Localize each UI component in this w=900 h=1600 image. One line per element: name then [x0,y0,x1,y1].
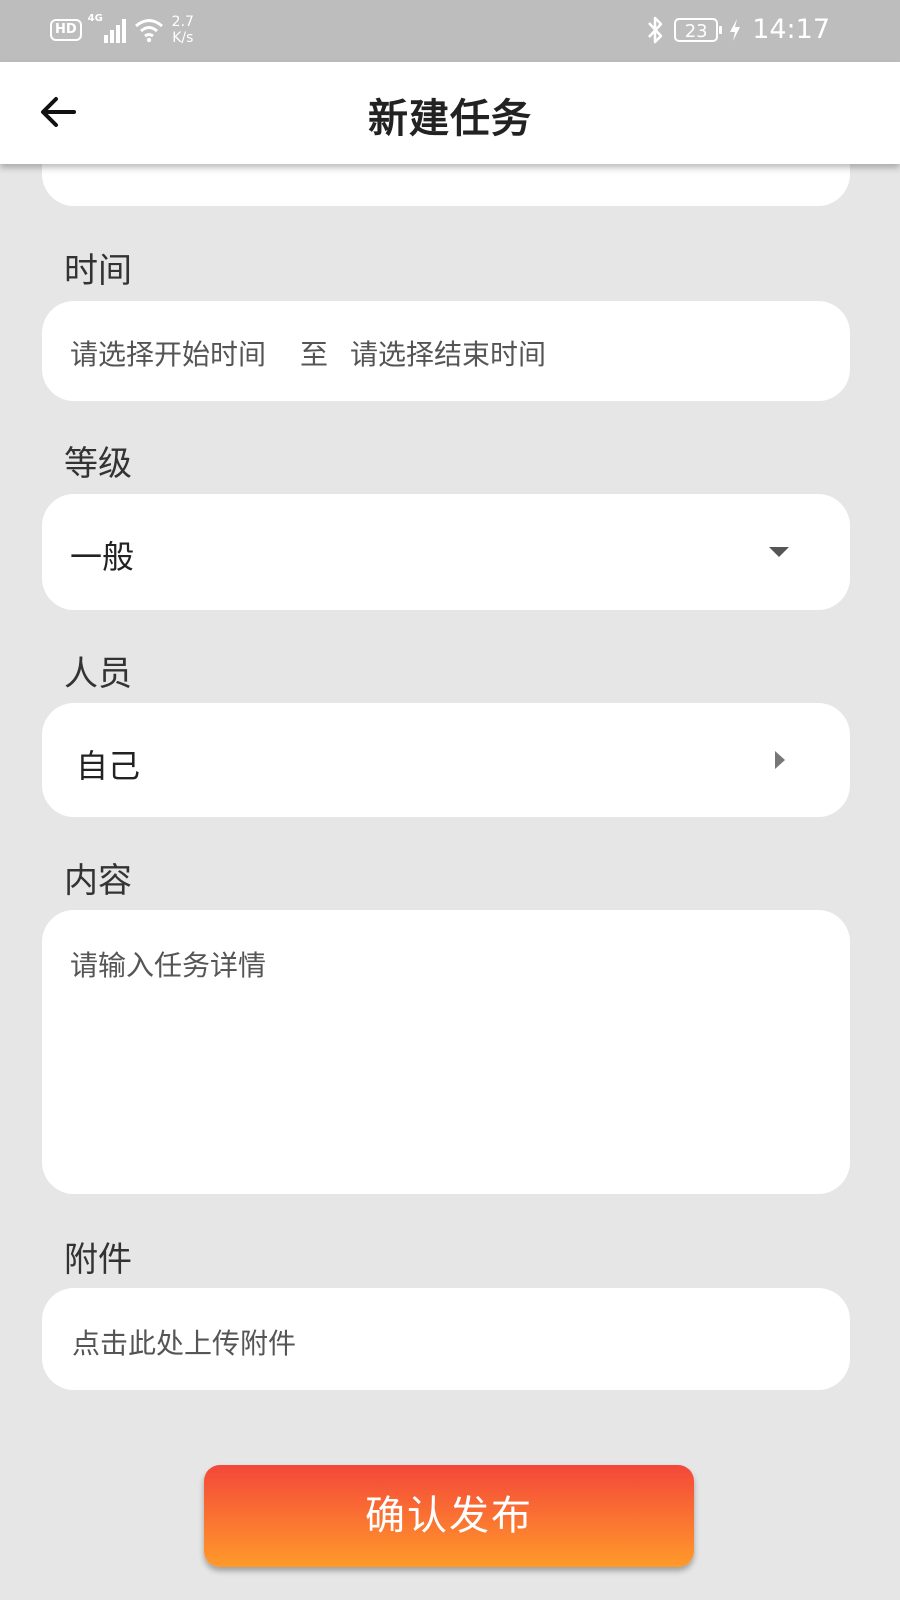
charging-icon [730,18,741,41]
network-type: 4G [87,13,103,24]
start-time-picker[interactable]: 请选择开始时间 [70,333,266,373]
content-textarea[interactable]: 请输入任务详情 [42,910,850,1194]
level-label: 等级 [64,444,132,484]
dropdown-arrow-icon [769,547,789,557]
attachment-placeholder: 点击此处上传附件 [72,1327,297,1360]
chevron-right-icon [775,751,785,769]
clock: 14:17 [752,14,830,45]
content-placeholder: 请输入任务详情 [70,949,267,982]
nav-bar: 新建任务 [0,62,900,164]
content-label: 内容 [64,861,132,901]
time-range-separator: 至 [300,338,329,371]
bluetooth-icon [648,16,663,43]
net-speed: 2.7 K/s [172,14,194,46]
level-select[interactable]: 一般 [42,494,850,610]
attachment-upload-field[interactable]: 点击此处上传附件 [42,1288,850,1390]
confirm-publish-button[interactable]: 确认发布 [204,1465,694,1567]
page-title: 新建任务 [368,96,532,142]
time-label: 时间 [64,251,132,291]
status-bar: HD 4G 2.7 K/s 23 14:17 [0,0,900,62]
hd-badge: HD [50,19,82,41]
net-speed-value: 2.7 [171,14,194,30]
level-value: 一般 [70,538,135,576]
personnel-value: 自己 [76,747,141,785]
personnel-label: 人员 [64,654,132,694]
wifi-icon [134,19,163,43]
status-left: HD 4G 2.7 K/s [50,13,194,46]
status-right: 23 14:17 [646,14,830,45]
battery-icon: 23 [674,17,723,42]
end-time-picker[interactable]: 请选择结束时间 [350,333,546,373]
attachment-label: 附件 [64,1240,132,1280]
personnel-selector[interactable]: 自己 [42,703,850,817]
net-speed-unit: K/s [172,30,194,46]
cellular-signal-icon: 4G [88,13,126,43]
time-range-field: 请选择开始时间 至 请选择结束时间 [42,301,850,401]
